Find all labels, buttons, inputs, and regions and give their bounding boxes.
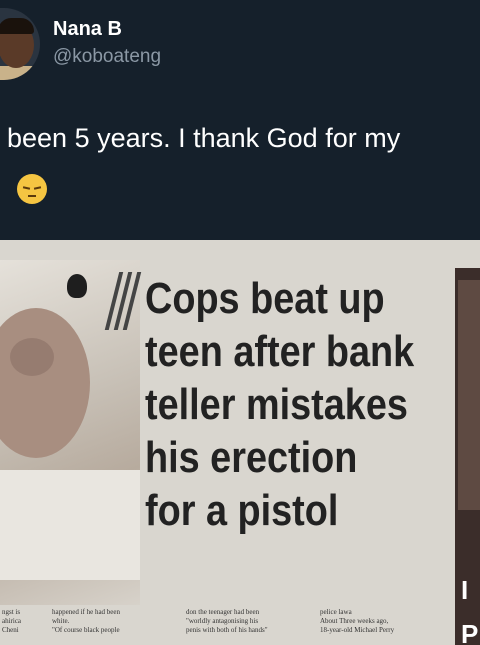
headline-line: teen after bank [145, 327, 415, 376]
body-line: 18-year-old Michael Perry [320, 626, 395, 634]
body-line: pelice lawa [320, 608, 352, 616]
body-line: penis with both of his hands" [186, 626, 268, 634]
avatar-hair [0, 18, 34, 34]
body-line: happened if he had been [52, 608, 121, 616]
headline-line: for a pistol [145, 486, 339, 535]
head-shape [0, 308, 90, 458]
body-column: pelice lawa About Three weeks ago, 18-ye… [320, 608, 394, 635]
side-photo [458, 280, 480, 510]
sheet-shape [0, 470, 140, 580]
body-line: don the teenager had been [186, 608, 260, 616]
newspaper-clipping-image[interactable]: Cops beat up teen after bank teller mist… [0, 240, 480, 645]
body-line: "Of course black people [52, 626, 120, 634]
headline-line: teller mistakes [145, 380, 408, 429]
author-name[interactable]: Nana B [53, 18, 122, 41]
body-line: ngst is [2, 608, 21, 616]
side-letter: P [461, 619, 479, 645]
tweet-text-fragment: e [0, 172, 1, 202]
headline-line: Cops beat up [145, 274, 385, 323]
body-column: happened if he had been white. "Of cours… [52, 608, 120, 635]
pensive-face-icon [17, 173, 48, 204]
headline: Cops beat up teen after bank teller mist… [145, 272, 414, 537]
side-panel: I P [455, 268, 480, 645]
avatar[interactable] [0, 8, 40, 80]
side-letters: I P [461, 568, 478, 645]
bullet-icon [67, 274, 87, 298]
body-column: don the teenager had been "worldly antag… [186, 608, 268, 635]
avatar-shirt [0, 66, 40, 80]
tweet-text-line-1: s been 5 years. I thank God for my [0, 123, 401, 153]
body-line: Cheni [2, 626, 19, 634]
author-handle[interactable]: @koboateng [53, 46, 161, 68]
tweet-text-line-2: e [0, 172, 48, 204]
body-column: ngst is ahirica Cheni [2, 608, 21, 635]
body-line: white. [52, 617, 70, 625]
tweet-header: Nana B @koboateng s been 5 years. I than… [0, 0, 480, 240]
body-line: About Three weeks ago, [320, 617, 389, 625]
body-line: ahirica [2, 617, 22, 625]
body-line: "worldly antagonising his [186, 617, 259, 625]
headline-line: his erection [145, 433, 358, 482]
bruise-shape [10, 338, 54, 376]
side-letter: I [461, 575, 469, 605]
